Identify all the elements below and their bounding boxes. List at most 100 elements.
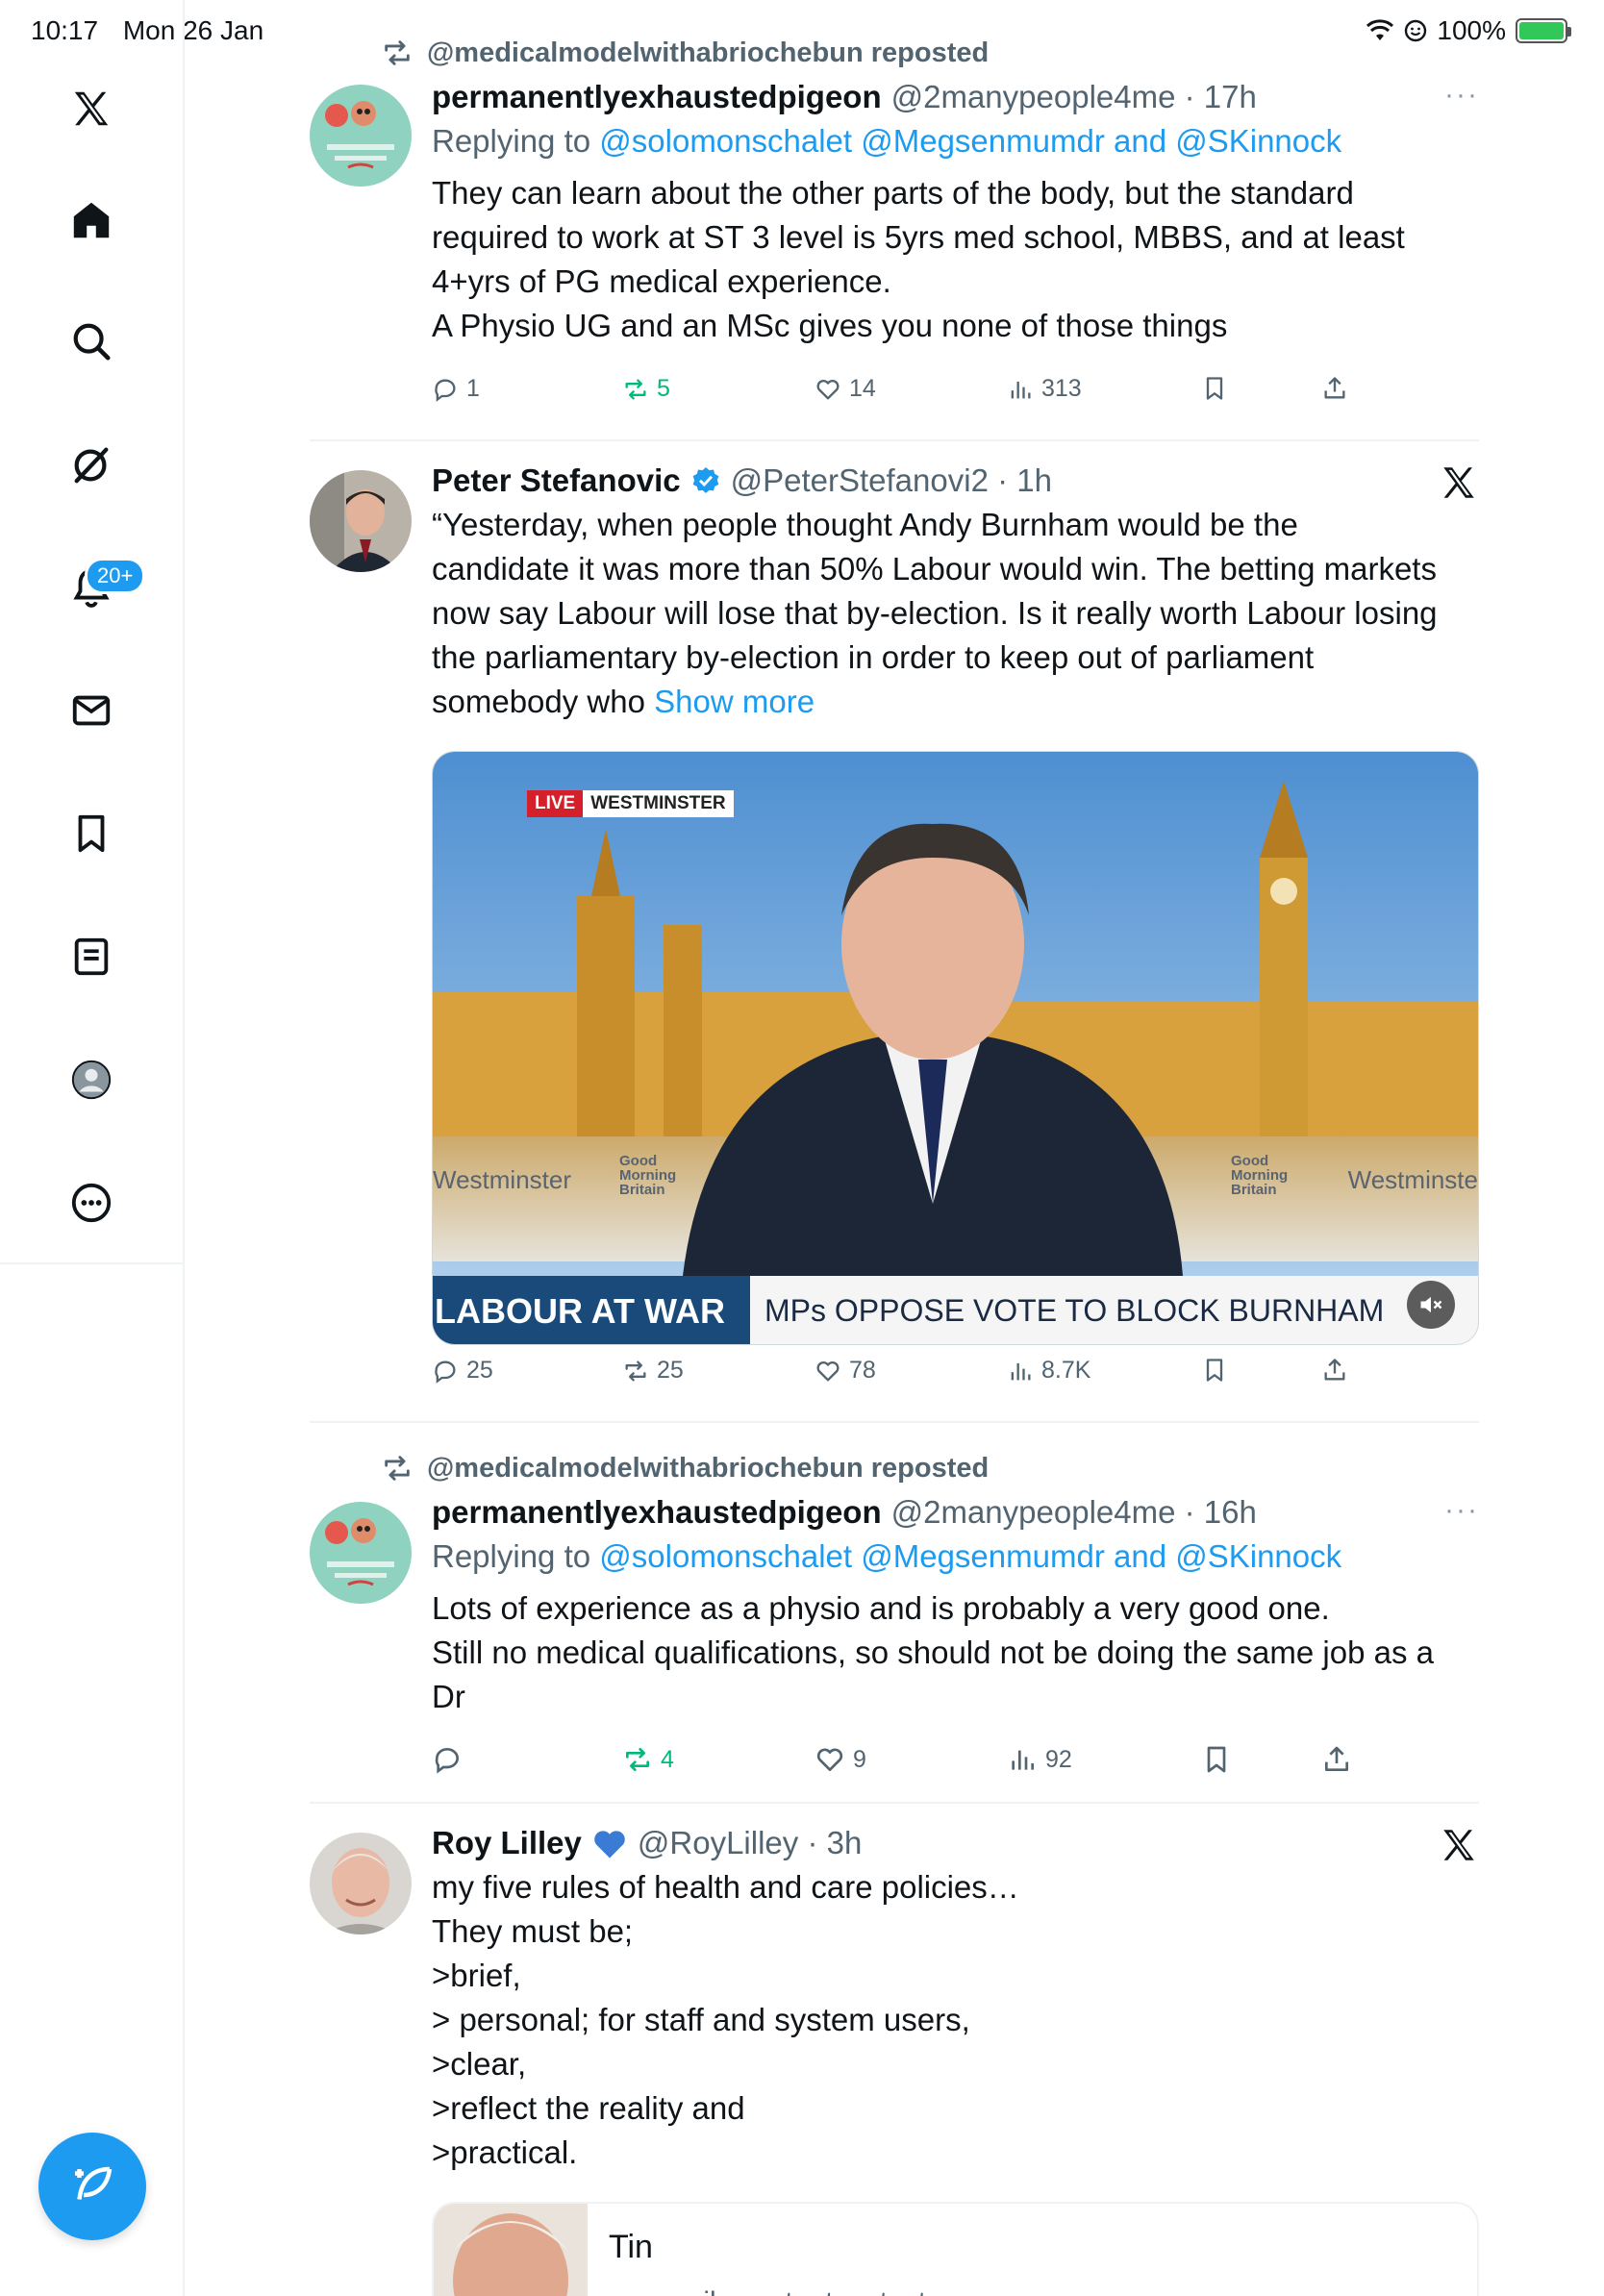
bookmark-icon — [1206, 377, 1223, 400]
lists-icon[interactable] — [60, 925, 123, 988]
ticker-right: MPs OPPOSE VOTE TO BLOCK BURNHAM — [764, 1293, 1385, 1328]
repost-count: 4 — [661, 1745, 674, 1773]
avatar[interactable] — [310, 1502, 412, 1604]
notifications-badge: 20+ — [85, 558, 146, 594]
views-button[interactable]: 313 — [1007, 375, 1082, 403]
like-button[interactable]: 9 — [815, 1744, 866, 1775]
views-chart-icon — [1012, 1750, 1034, 1770]
tweet-divider — [310, 439, 1479, 441]
repost-count: 25 — [657, 1357, 684, 1384]
avatar[interactable] — [310, 1833, 412, 1934]
brand-line: Morning — [1231, 1167, 1289, 1184]
repost-button[interactable]: 25 — [622, 1357, 684, 1385]
grok-icon[interactable] — [60, 433, 123, 496]
repost-button[interactable]: 4 — [622, 1744, 674, 1775]
tweet-actions: 4 9 92 — [432, 1744, 1355, 1783]
views-chart-icon — [1011, 381, 1031, 398]
like-button[interactable]: 14 — [815, 375, 876, 403]
verified-badge-icon — [692, 467, 718, 493]
location-label: WESTMINSTER — [583, 790, 734, 817]
views-button[interactable]: 92 — [1007, 1744, 1072, 1775]
profile-avatar-icon[interactable] — [60, 1048, 123, 1111]
like-button[interactable]: 78 — [815, 1357, 876, 1385]
author-name[interactable]: Peter Stefanovic — [432, 462, 681, 499]
share-button[interactable] — [1321, 1357, 1348, 1384]
author-handle[interactable]: @PeterStefanovi2 · 1h — [731, 462, 1052, 499]
x-source-icon[interactable] — [1439, 462, 1479, 503]
tweet-actions: 25 25 78 8.7K — [432, 1357, 1355, 1395]
author-handle[interactable]: @2manypeople4me · 16h — [891, 1494, 1257, 1531]
show-more-link[interactable]: Show more — [654, 684, 815, 719]
more-menu-button[interactable]: ··· — [1444, 79, 1479, 112]
x-logo-icon[interactable] — [60, 77, 123, 140]
views-count: 92 — [1045, 1745, 1072, 1773]
tweet-text-line: my five rules of health and care policie… — [432, 1869, 1019, 1905]
tweet-text-line: candidate it was more than 50% Labour wo… — [432, 551, 1437, 586]
battery-icon — [1516, 18, 1571, 43]
x-source-icon[interactable] — [1439, 1825, 1479, 1865]
tweet-header: permanentlyexhaustedpigeon @2manypeople4… — [432, 1494, 1479, 1531]
brand-line: Britain — [619, 1182, 665, 1198]
tweet-text: Lots of experience as a physio and is pr… — [432, 1586, 1479, 1719]
video-media[interactable]: LIVE WESTMINSTER Westminster Westminste … — [432, 751, 1479, 1345]
repost-icon — [625, 1360, 646, 1381]
compose-post-button[interactable] — [38, 2133, 146, 2240]
bookmark-button[interactable] — [1201, 1357, 1228, 1384]
reply-button[interactable]: 25 — [432, 1357, 493, 1385]
author-name[interactable]: permanentlyexhaustedpigeon — [432, 1494, 882, 1531]
link-card-title: Tin — [609, 2229, 653, 2265]
link-card-domain: myemail.constantcontact.com — [609, 2286, 989, 2296]
link-card-thumbnail — [434, 2204, 588, 2296]
replying-to-links[interactable]: @solomonschalet @Megsenmumdr and @SKinno… — [599, 123, 1341, 159]
bookmarks-icon[interactable] — [60, 802, 123, 865]
repost-icon — [626, 1748, 649, 1771]
tweet-body: Peter Stefanovic @PeterStefanovi2 · 1h “… — [432, 462, 1479, 724]
avatar[interactable] — [310, 85, 412, 187]
views-count: 313 — [1041, 375, 1082, 402]
tweet-text: They can learn about the other parts of … — [432, 171, 1479, 348]
mute-button[interactable] — [1407, 1281, 1455, 1329]
tweet-text-line: >reflect the reality and — [432, 2090, 745, 2126]
tweet-text-line: 4+yrs of PG medical experience. — [432, 263, 891, 299]
replying-prefix: Replying to — [432, 123, 591, 159]
repost-button[interactable]: 5 — [622, 375, 670, 403]
sidebar-divider — [0, 1262, 185, 1264]
reply-icon — [435, 1360, 456, 1384]
share-button[interactable] — [1321, 375, 1348, 402]
battery-percent: 100% — [1437, 15, 1506, 45]
reply-icon — [435, 1748, 459, 1774]
brand-line: Britain — [1231, 1182, 1277, 1198]
live-label: LIVE — [527, 790, 584, 817]
speaker-muted-icon — [1420, 1296, 1442, 1313]
tweet-text-line: >brief, — [432, 1958, 521, 1993]
views-button[interactable]: 8.7K — [1007, 1357, 1090, 1385]
link-card[interactable]: Tin myemail.constantcontact.com — [432, 2202, 1479, 2296]
share-button[interactable] — [1321, 1744, 1352, 1775]
bookmark-button[interactable] — [1201, 1744, 1232, 1775]
reply-icon — [435, 379, 456, 402]
author-name[interactable]: Roy Lilley — [432, 1825, 582, 1861]
avatar[interactable] — [310, 470, 412, 572]
more-menu-button[interactable]: ··· — [1444, 1494, 1479, 1527]
repost-indicator: @medicalmodelwithabriochebun reposted — [381, 1452, 989, 1485]
more-options-icon[interactable] — [60, 1171, 123, 1235]
compose-feather-icon — [75, 2166, 113, 2200]
share-icon — [1325, 1746, 1348, 1771]
author-name[interactable]: permanentlyexhaustedpigeon — [432, 79, 882, 115]
tweet-text: my five rules of health and care policie… — [432, 1865, 1479, 2175]
tweet-text-tail: somebody who — [432, 684, 645, 719]
author-handle[interactable]: @RoyLilley · 3h — [638, 1825, 862, 1861]
messages-envelope-icon[interactable] — [60, 679, 123, 742]
tweet-body: permanentlyexhaustedpigeon @2manypeople4… — [432, 1494, 1479, 1719]
bookmark-button[interactable] — [1201, 375, 1228, 402]
tweet-header: Roy Lilley @RoyLilley · 3h — [432, 1825, 1479, 1861]
reply-button[interactable]: 1 — [432, 375, 480, 403]
author-handle[interactable]: @2manypeople4me · 17h — [891, 79, 1257, 115]
reply-button[interactable] — [432, 1744, 470, 1775]
search-icon[interactable] — [60, 310, 123, 373]
home-icon[interactable] — [60, 188, 123, 252]
like-count: 14 — [849, 375, 876, 402]
like-count: 9 — [853, 1745, 866, 1773]
watermark-right: Westminste — [1347, 1165, 1478, 1194]
replying-to-links[interactable]: @solomonschalet @Megsenmumdr and @SKinno… — [599, 1538, 1341, 1574]
